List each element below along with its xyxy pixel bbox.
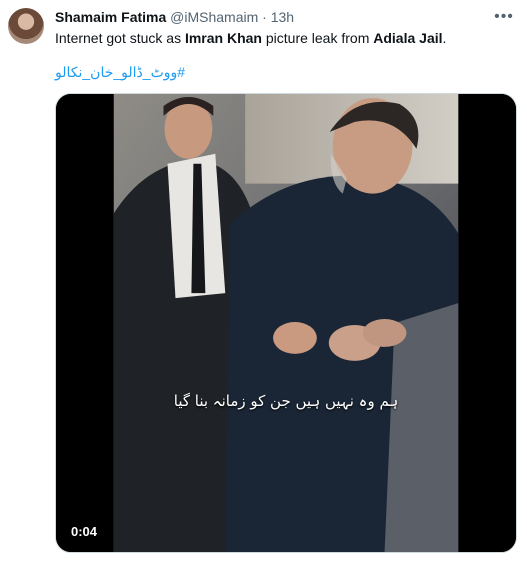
separator-dot: · — [262, 9, 267, 25]
author-handle[interactable]: @iMShamaim — [170, 9, 258, 25]
video-caption: ہم وہ نہیں ہیں جن کو زمانہ بنا گیا — [173, 392, 399, 410]
video-timestamp: 0:04 — [65, 521, 104, 542]
author-name[interactable]: Shamaim Fatima — [55, 9, 166, 25]
video-frame — [56, 94, 516, 552]
tweet-text-part: . — [442, 30, 447, 46]
more-horizontal-icon[interactable]: ••• — [493, 8, 515, 26]
more-glyph: ••• — [494, 8, 514, 25]
tweet-text-part: picture leak from — [261, 30, 374, 46]
tweet-text-part: Internet got stuck as — [55, 30, 185, 46]
tweet-text-bold: Imran Khan — [184, 30, 262, 46]
tweet-time[interactable]: 13h — [271, 9, 294, 25]
video-player[interactable]: ہم وہ نہیں ہیں جن کو زمانہ بنا گیا 0:04 — [55, 93, 517, 553]
author-avatar[interactable] — [8, 8, 44, 44]
tweet-text-bold: Adiala Jail — [373, 30, 443, 46]
tweet-header: Shamaim Fatima @iMShamaim · 13h — [55, 9, 507, 29]
tweet-text: Internet got stuck as Imran Khan picture… — [55, 29, 446, 47]
hashtag-link[interactable]: #ووٹ_ڈالو_خان_نکالو — [55, 64, 185, 81]
